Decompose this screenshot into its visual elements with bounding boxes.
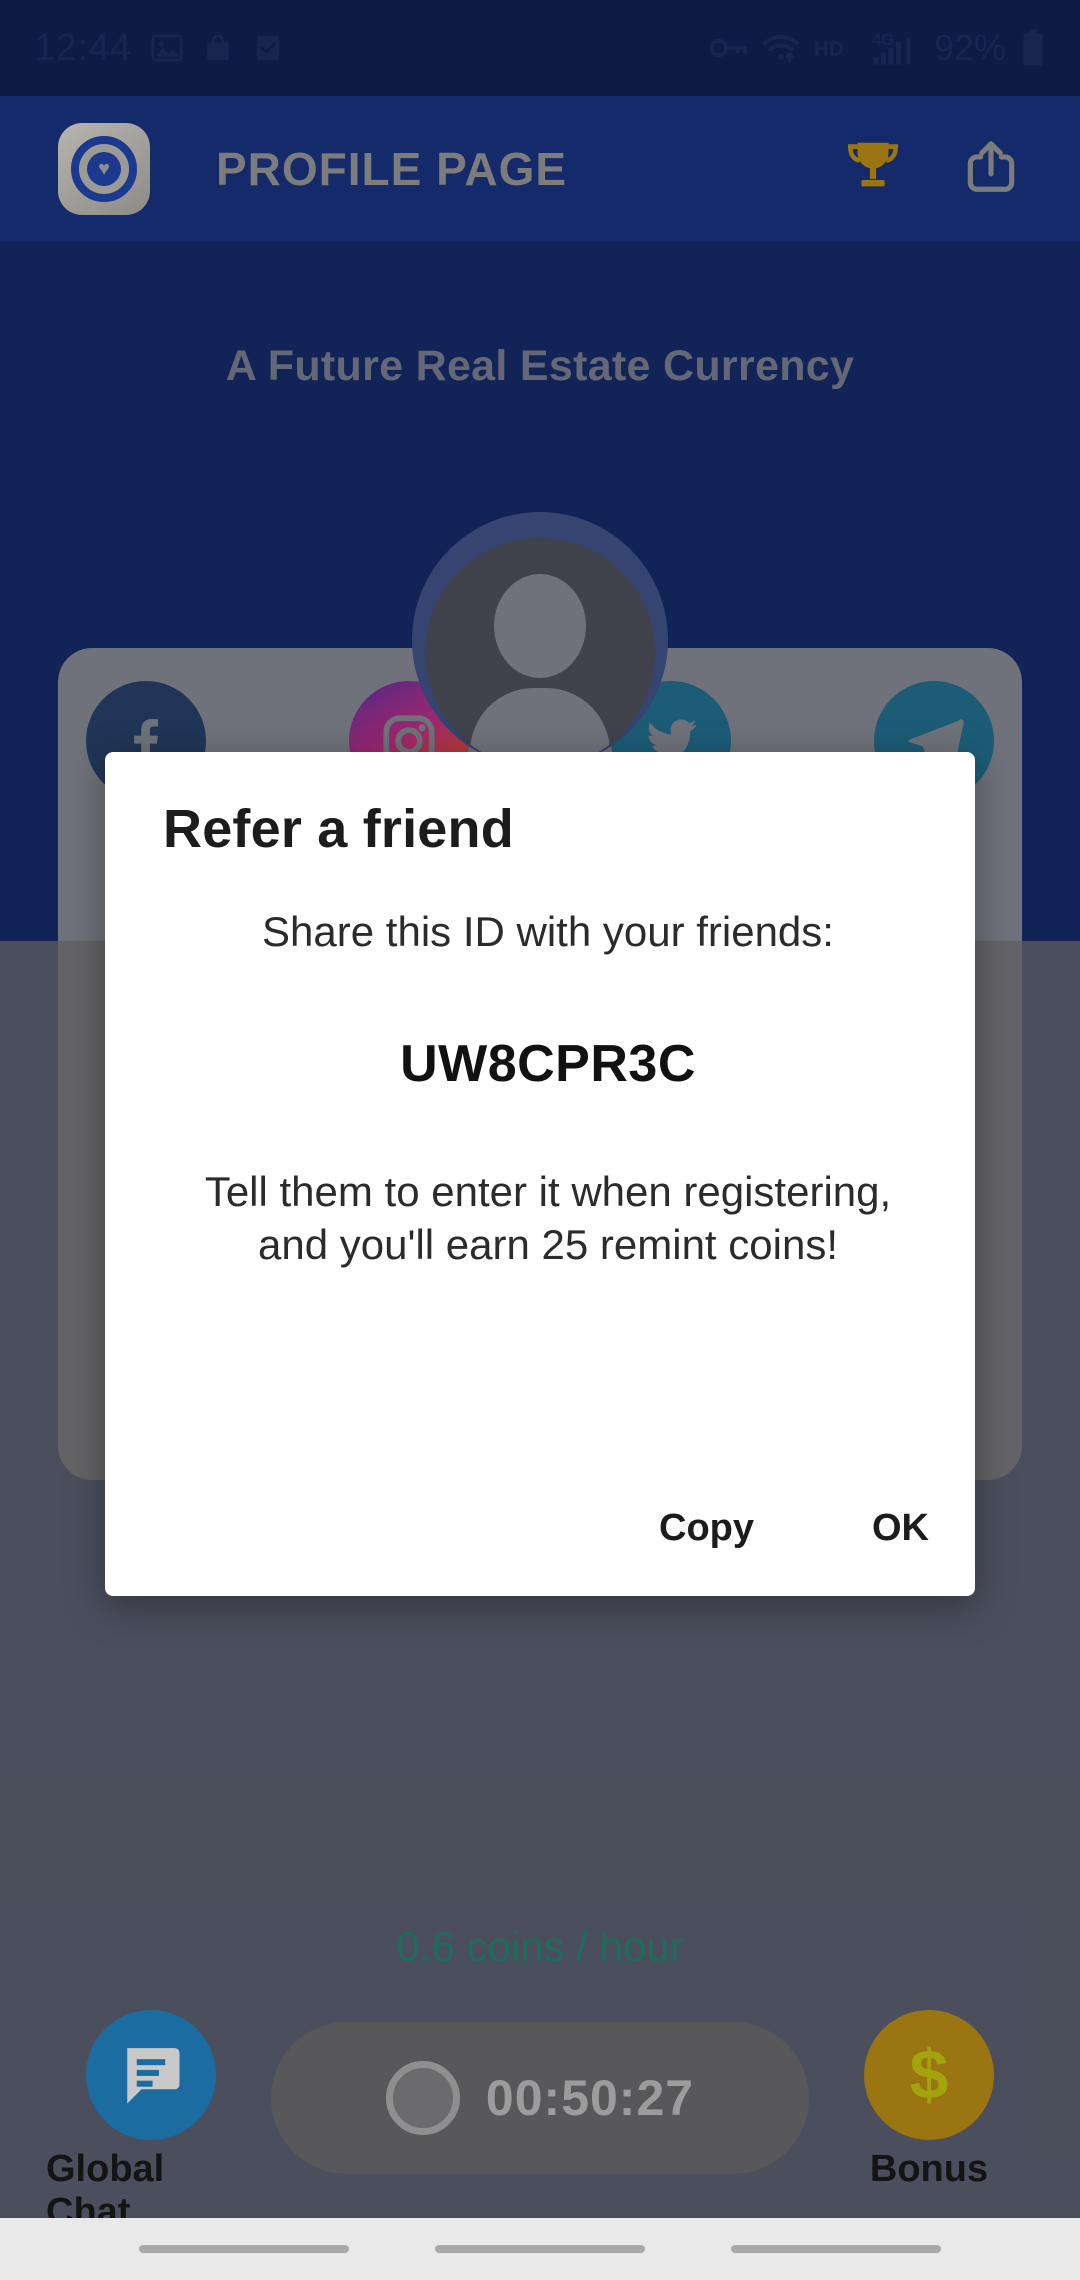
bottom-bar: Global Chat 00:50:27 $ Bonus <box>0 2010 1080 2233</box>
status-bar-left: 12:44 <box>34 27 284 70</box>
global-chat-button[interactable]: Global Chat <box>46 2010 256 2234</box>
gesture-pill-center[interactable] <box>435 2245 645 2253</box>
status-bar: 12:44 HD 4G 92% <box>0 0 1080 96</box>
dialog-body-text: Tell them to enter it when registering, … <box>204 1168 892 1268</box>
page-title: PROFILE PAGE <box>216 142 568 195</box>
vpn-key-icon <box>709 33 748 63</box>
svg-text:HD: HD <box>814 37 844 60</box>
phone-screen: 12:44 HD 4G 92% ♥ PROFILE PAGE A Future … <box>0 0 1080 2280</box>
trophy-icon[interactable] <box>842 135 904 202</box>
gesture-pill-right[interactable] <box>731 2245 941 2253</box>
ok-button[interactable]: OK <box>872 1507 929 1550</box>
status-bar-right: HD 4G 92% <box>709 27 1046 69</box>
copy-button[interactable]: Copy <box>659 1507 754 1550</box>
svg-text:4G: 4G <box>872 31 894 49</box>
app-bar-actions <box>842 135 1022 202</box>
dialog-subtitle: Share this ID with your friends: <box>262 908 834 955</box>
app-logo-ring: ♥ <box>71 135 137 202</box>
chat-bubble-icon <box>86 2010 216 2140</box>
heart-glyph: ♥ <box>98 157 110 180</box>
checkbox-icon <box>252 31 284 65</box>
referral-code: UW8CPR3C <box>400 1035 696 1093</box>
battery-full-icon <box>1020 29 1046 67</box>
battery-percent-label: 92% <box>933 27 1006 68</box>
hd-icon: HD <box>814 35 858 61</box>
bonus-label: Bonus <box>869 2148 989 2190</box>
dialog-actions: Copy OK <box>659 1507 929 1550</box>
4g-signal-icon: 4G <box>872 30 920 66</box>
status-bar-clock: 12:44 <box>34 26 132 69</box>
system-gesture-bar <box>0 2218 1080 2280</box>
dollar-sign-icon: $ <box>864 2010 994 2140</box>
refer-a-friend-dialog: Refer a friend Share this ID with your f… <box>105 752 975 1596</box>
dialog-title: Refer a friend <box>163 799 514 859</box>
wifi-icon <box>762 32 800 64</box>
app-logo-icon: ♥ <box>58 122 150 215</box>
image-icon <box>150 31 184 65</box>
mining-timer-value: 00:50:27 <box>485 2070 695 2126</box>
record-circle-icon <box>385 2061 460 2135</box>
shopping-bag-icon <box>202 31 234 65</box>
svg-text:$: $ <box>910 2036 949 2113</box>
app-logo-core: ♥ <box>87 151 121 186</box>
share-icon[interactable] <box>960 135 1022 202</box>
mining-rate-label: 0.6 coins / hour <box>396 1923 684 1970</box>
mining-timer-button[interactable]: 00:50:27 <box>271 2022 809 2174</box>
app-bar: ♥ PROFILE PAGE <box>0 96 1080 241</box>
bonus-button[interactable]: $ Bonus <box>824 2010 1034 2191</box>
gesture-pill-left[interactable] <box>139 2245 349 2253</box>
